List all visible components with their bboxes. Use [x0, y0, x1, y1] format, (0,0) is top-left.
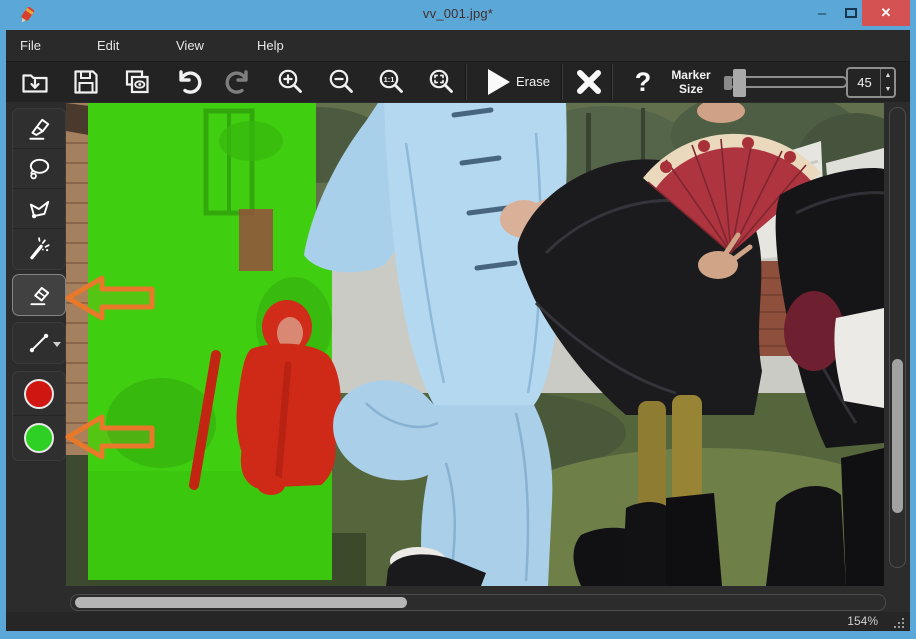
lasso-icon	[29, 158, 50, 179]
marker-size-slider-handle[interactable]	[733, 69, 746, 97]
marker-pen-icon	[29, 118, 50, 140]
toolbar: 1:1 Erase ? Marker Size 45 ▲ ▼	[6, 62, 910, 102]
slider-stub	[724, 76, 732, 90]
menu-edit[interactable]: Edit	[89, 30, 127, 62]
tool-marker[interactable]	[13, 109, 65, 149]
toolbar-separator	[612, 64, 613, 100]
spinner-buttons: ▲ ▼	[880, 69, 894, 96]
redo-button[interactable]	[222, 65, 256, 99]
minimize-button[interactable]: –	[808, 0, 836, 26]
fit-screen-button[interactable]	[424, 65, 458, 99]
tool-group-draw	[12, 108, 66, 270]
zoom-in-button[interactable]	[273, 65, 307, 99]
tool-magic-wand[interactable]	[13, 229, 65, 269]
help-button[interactable]: ?	[626, 65, 660, 99]
app-window: vv_001.jpg* – ✕ File Edit View Help 1:1 …	[0, 0, 916, 639]
close-icon: ✕	[880, 5, 892, 20]
redo-arrow-icon	[225, 70, 248, 94]
question-mark-icon: ?	[634, 66, 652, 97]
annotation-arrow-green-color	[65, 414, 155, 460]
marker-size-spinbox[interactable]: 45 ▲ ▼	[846, 67, 896, 98]
menu-bar: File Edit View Help	[6, 30, 910, 62]
folder-download-icon	[22, 74, 48, 93]
undo-arrow-icon	[179, 70, 202, 94]
green-swatch-icon	[24, 423, 54, 453]
window-border-bottom	[0, 631, 916, 639]
marker-size-slider[interactable]	[724, 69, 848, 97]
undo-button[interactable]	[171, 65, 205, 99]
magic-wand-icon	[30, 237, 50, 260]
image-canvas[interactable]	[66, 89, 916, 618]
cancel-button[interactable]	[572, 65, 606, 99]
preview-button[interactable]	[120, 65, 154, 99]
resize-grip[interactable]	[890, 615, 904, 628]
polygon-lasso-icon	[29, 200, 50, 218]
horizontal-scrollbar[interactable]	[70, 594, 886, 611]
remove-mask-color-button[interactable]	[13, 372, 65, 416]
workspace	[6, 89, 916, 618]
keep-mask-color-button[interactable]	[13, 416, 65, 460]
photo-scene	[66, 89, 916, 618]
save-button[interactable]	[69, 65, 103, 99]
tool-lasso[interactable]	[13, 149, 65, 189]
window-title: vv_001.jpg*	[422, 6, 494, 21]
magnifier-1to1-icon: 1:1	[379, 69, 403, 93]
window-border-right	[910, 30, 916, 639]
menu-file[interactable]: File	[12, 30, 49, 62]
door	[239, 209, 273, 271]
marker-size-value[interactable]: 45	[848, 75, 881, 90]
annotation-arrow-eraser	[65, 275, 155, 321]
dropdown-arrow-icon[interactable]	[53, 342, 61, 347]
status-bar: 154%	[6, 612, 910, 631]
play-triangle-icon	[488, 69, 510, 95]
toolbar-separator	[562, 64, 563, 100]
toolbar-separator	[466, 64, 467, 100]
spin-up-button[interactable]: ▲	[881, 69, 895, 82]
zoom-level: 154%	[847, 614, 878, 628]
titlebar[interactable]: vv_001.jpg* – ✕	[0, 0, 916, 30]
vertical-scrollbar[interactable]	[889, 107, 906, 568]
mask-color-group	[12, 371, 66, 461]
spin-down-button[interactable]: ▼	[881, 83, 895, 96]
open-button[interactable]	[18, 65, 52, 99]
floppy-disk-icon	[74, 70, 98, 94]
magnifier-fit-icon	[429, 69, 453, 93]
zoom-out-button[interactable]	[324, 65, 358, 99]
svg-text:1:1: 1:1	[384, 75, 395, 84]
actual-size-button[interactable]: 1:1	[374, 65, 408, 99]
tool-eraser[interactable]	[12, 274, 66, 316]
minimize-icon: –	[817, 4, 827, 22]
erase-label[interactable]: Erase	[516, 74, 568, 89]
horizontal-scrollbar-thumb[interactable]	[75, 597, 407, 608]
line-tool-icon	[29, 333, 49, 353]
close-button[interactable]: ✕	[862, 0, 910, 26]
magnifier-minus-icon	[329, 69, 353, 93]
eraser-icon	[30, 286, 50, 306]
marker-size-label: Marker Size	[671, 68, 711, 96]
run-erase-button[interactable]	[482, 65, 516, 99]
layers-eye-icon	[125, 70, 149, 94]
menu-help[interactable]: Help	[249, 30, 292, 62]
red-swatch-icon	[24, 378, 54, 409]
tool-line[interactable]	[12, 322, 66, 364]
magnifier-plus-icon	[278, 69, 302, 93]
maximize-icon	[845, 8, 857, 18]
tool-polygon-lasso[interactable]	[13, 189, 65, 229]
x-icon	[577, 70, 601, 94]
window-border-left	[0, 30, 6, 639]
vertical-scrollbar-thumb[interactable]	[892, 359, 903, 513]
maximize-button[interactable]	[837, 0, 865, 26]
menu-view[interactable]: View	[168, 30, 212, 62]
